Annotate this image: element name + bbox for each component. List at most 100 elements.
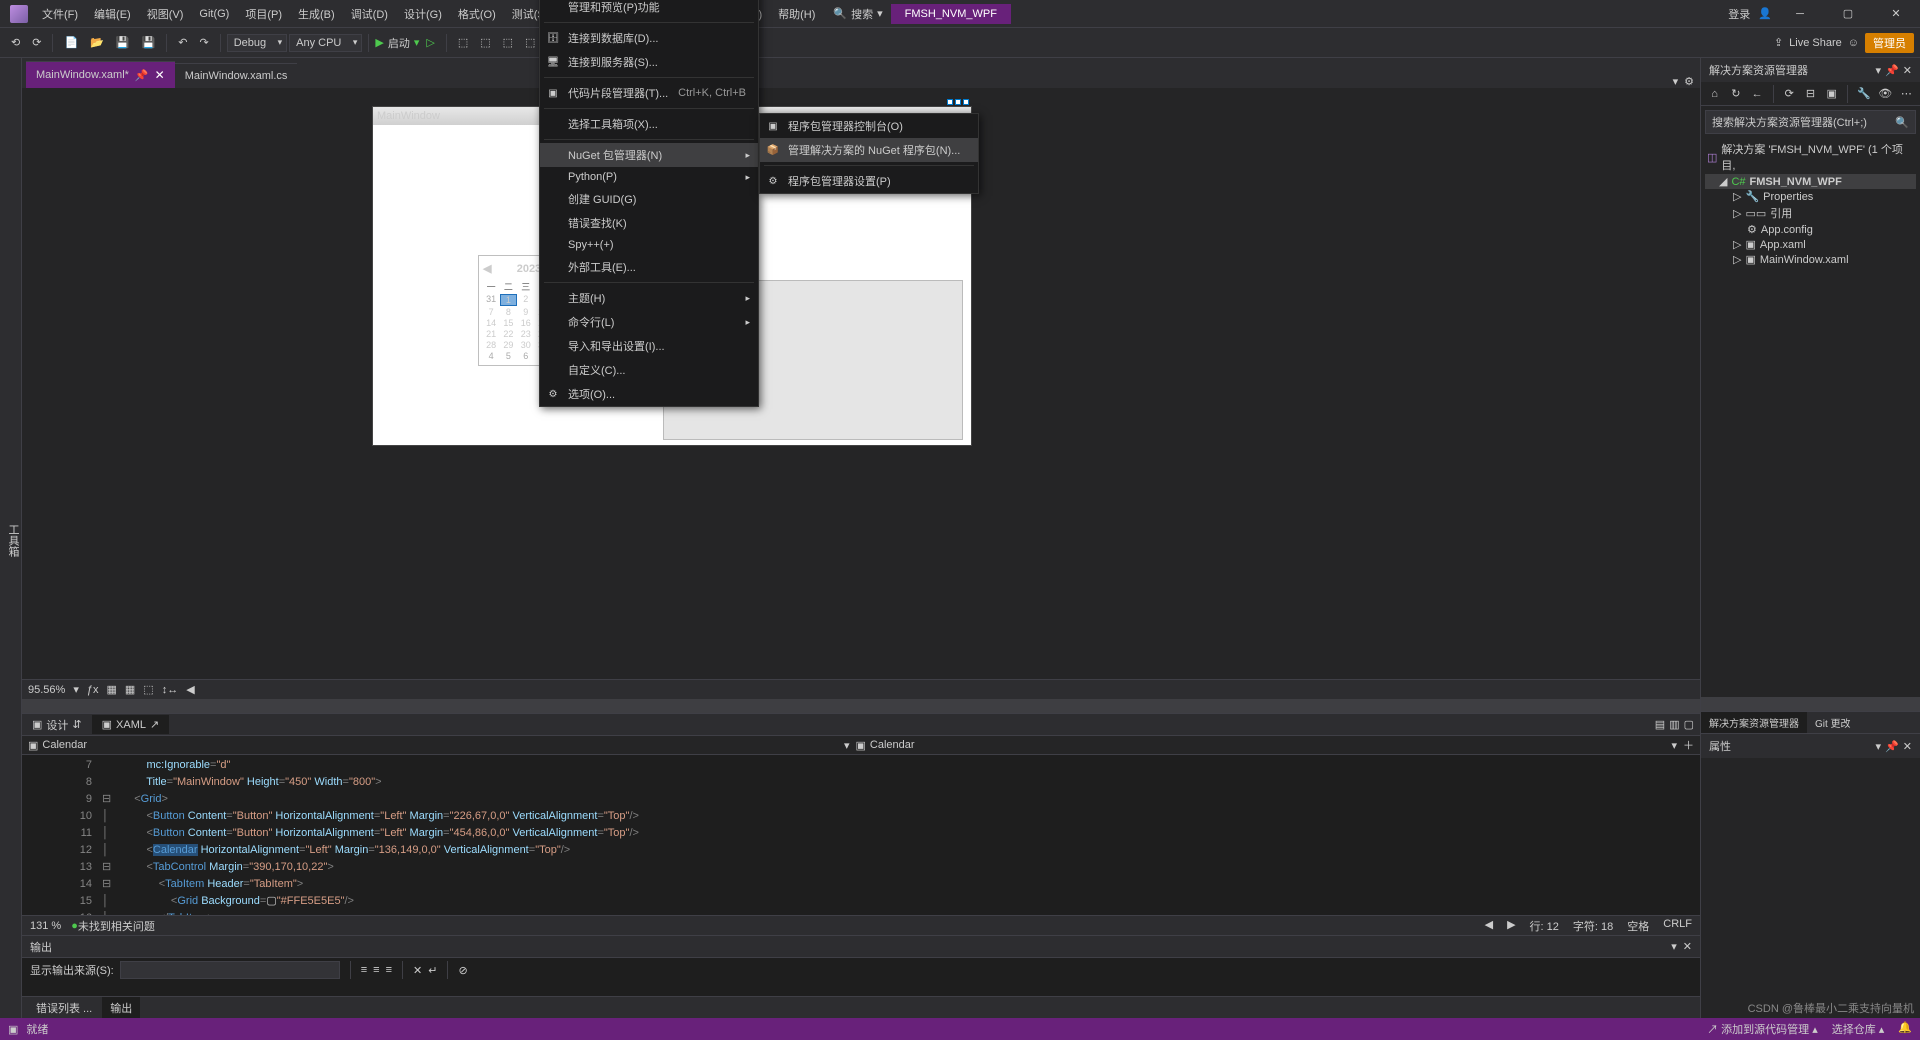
close-icon[interactable]: ✕ (1903, 64, 1912, 77)
feedback-icon[interactable]: ☺ (1848, 37, 1859, 49)
new-button[interactable]: 📄 (59, 33, 83, 52)
expand-icon[interactable]: ◢ (1719, 175, 1727, 188)
solution-tree[interactable]: ◫解决方案 'FMSH_NVM_WPF' (1 个项目, ◢C#FMSH_NVM… (1701, 138, 1920, 697)
window-minimize[interactable]: ─ (1780, 0, 1820, 28)
dd-import[interactable]: 导入和导出设置(I)... (540, 334, 758, 358)
platform-combo[interactable]: Any CPU (289, 34, 362, 52)
tab-xaml[interactable]: ▣ XAML ↗ (92, 715, 170, 734)
fx-icon[interactable]: ƒx (87, 684, 99, 696)
tab-errorlist[interactable]: 错误列表 ... (28, 997, 100, 1019)
doc-tab-codebehind[interactable]: MainWindow.xaml.cs (175, 63, 298, 88)
login-link[interactable]: 登录 (1728, 6, 1750, 22)
saveall-button[interactable]: 💾 (137, 33, 161, 52)
close-icon[interactable]: ✕ (155, 68, 165, 82)
expand-icon[interactable]: ▷ (1733, 207, 1741, 220)
showall-icon[interactable]: ▣ (1822, 84, 1841, 104)
effects-icon[interactable]: ⬚ (143, 683, 153, 696)
tree-references[interactable]: ▷▭▭引用 (1705, 204, 1916, 222)
dd-toolbox[interactable]: 选择工具箱项(X)... (540, 112, 758, 136)
zoom-dropdown-icon[interactable]: ▾ (73, 683, 79, 696)
solution-hscroll[interactable] (1701, 697, 1920, 711)
issues-icon[interactable]: ● (71, 920, 78, 932)
dd-spy[interactable]: Spy++(+) (540, 235, 758, 255)
live-share-label[interactable]: Live Share (1789, 37, 1842, 49)
refresh-icon[interactable]: ⟳ (1780, 84, 1799, 104)
cal-prev-icon[interactable]: ◀ (483, 262, 491, 275)
expand-icon[interactable]: ▢ (1684, 718, 1694, 731)
tree-appxaml[interactable]: ▷▣App.xaml (1705, 237, 1916, 252)
dd-customize[interactable]: 自定义(C)... (540, 358, 758, 382)
dd-connect-server[interactable]: 🖥连接到服务器(S)... (540, 50, 758, 74)
user-icon[interactable]: 👤 (1758, 7, 1772, 20)
crlf-label[interactable]: CRLF (1663, 918, 1692, 934)
dd-errlookup[interactable]: 错误查找(K) (540, 211, 758, 235)
start-nodebug-button[interactable]: ▷ (421, 33, 439, 52)
pin-icon[interactable]: 📌 (135, 69, 149, 82)
dd-options[interactable]: ⚙选项(O)... (540, 382, 758, 406)
wrap-icon[interactable]: ↵ (428, 964, 437, 977)
tree-properties[interactable]: ▷🔧Properties (1705, 189, 1916, 204)
path-right[interactable]: ▣ Calendar (856, 739, 1666, 752)
toolbar-icon-3[interactable]: ⬚ (498, 33, 518, 52)
dd-cmdline[interactable]: 命令行(L) (540, 310, 758, 334)
menu-git[interactable]: Git(G) (191, 4, 237, 24)
tab-solution-explorer[interactable]: 解决方案资源管理器 (1701, 712, 1807, 733)
source-control-button[interactable]: ↗ 添加到源代码管理 ▴ (1707, 1021, 1818, 1037)
dropdown-icon[interactable]: ▾ (1876, 64, 1882, 77)
home-icon[interactable]: ⌂ (1705, 84, 1724, 104)
menu-format[interactable]: 格式(O) (450, 2, 504, 26)
pin-icon[interactable]: 📌 (1885, 740, 1899, 753)
save-button[interactable]: 💾 (111, 33, 135, 52)
repo-button[interactable]: 选择仓库 ▴ (1832, 1021, 1885, 1037)
dd-manage-preview[interactable]: 管理和预览(P)功能 (540, 0, 758, 19)
editor-zoom[interactable]: 131 % (30, 920, 61, 932)
dd-external[interactable]: 外部工具(E)... (540, 255, 758, 279)
toolbar-icon-4[interactable]: ⬚ (520, 33, 540, 52)
tree-project[interactable]: ◢C#FMSH_NVM_WPF (1705, 174, 1916, 189)
zoom-label[interactable]: 95.56% (28, 684, 65, 696)
expand-icon[interactable]: ▷ (1733, 190, 1741, 203)
stop-icon[interactable]: ⊘ (458, 964, 467, 977)
menu-debug[interactable]: 调试(D) (343, 2, 396, 26)
dropdown-icon[interactable]: ▾ (1673, 75, 1679, 88)
spaces-label[interactable]: 空格 (1627, 918, 1649, 934)
refresh-icon[interactable]: ◀ (186, 683, 194, 696)
toolbar-icon-1[interactable]: ⬚ (453, 33, 473, 52)
dd-snippets[interactable]: ▣代码片段管理器(T)...Ctrl+K, Ctrl+B (540, 81, 758, 105)
snap-icon[interactable]: ▦ (125, 683, 135, 696)
collapse-icon[interactable]: ⊟ (1801, 84, 1820, 104)
window-close[interactable]: ✕ (1876, 0, 1916, 28)
dropdown-icon[interactable]: ▾ (1876, 740, 1882, 753)
title-search[interactable]: 🔍 搜索 ▾ (833, 6, 882, 22)
clear-icon[interactable]: ✕ (413, 964, 422, 977)
menu-help[interactable]: 帮助(H) (770, 2, 823, 26)
xaml-editor[interactable]: 7891011121314151617 ⊟│││⊟⊟│││ mc:Ignorab… (22, 755, 1700, 915)
device-icon[interactable]: ↕↔ (162, 684, 179, 696)
menu-view[interactable]: 视图(V) (139, 2, 192, 26)
menu-design[interactable]: 设计(G) (396, 2, 450, 26)
start-button[interactable]: ▶ 启动 ▾ (375, 35, 419, 51)
tab-output[interactable]: 输出 (102, 997, 140, 1019)
toolbar-icon-2[interactable]: ⬚ (475, 33, 495, 52)
code-body[interactable]: mc:Ignorable="d" Title="MainWindow" Heig… (122, 755, 1700, 915)
menu-project[interactable]: 项目(P) (237, 2, 290, 26)
dd-nuget[interactable]: NuGet 包管理器(N) (540, 143, 758, 167)
pin-icon[interactable]: 📌 (1885, 64, 1899, 77)
live-share-icon[interactable]: ⇪ (1774, 36, 1783, 49)
designer-hscroll[interactable] (22, 699, 1700, 713)
tab-git-changes[interactable]: Git 更改 (1807, 712, 1859, 733)
menu-file[interactable]: 文件(F) (34, 2, 86, 26)
solution-search[interactable]: 搜索解决方案资源管理器(Ctrl+;) 🔍 (1705, 110, 1916, 134)
split-h-icon[interactable]: ▤ (1655, 718, 1665, 731)
dd-python[interactable]: Python(P) (540, 167, 758, 187)
dd-theme[interactable]: 主题(H) (540, 286, 758, 310)
expand-icon[interactable]: ▷ (1733, 238, 1741, 251)
dd-nuget-manage[interactable]: 📦管理解决方案的 NuGet 程序包(N)... (760, 138, 978, 162)
split-v-icon[interactable]: ▥ (1669, 718, 1679, 731)
out-icon[interactable]: ≡ (386, 964, 392, 976)
back-icon[interactable]: ← (1747, 84, 1766, 104)
preview-icon[interactable]: 👁 (1876, 84, 1895, 104)
issues-label[interactable]: 未找到相关问题 (78, 918, 155, 934)
pin-icon[interactable]: ▾ (1671, 940, 1677, 953)
solution-title-tab[interactable]: FMSH_NVM_WPF (891, 4, 1011, 24)
